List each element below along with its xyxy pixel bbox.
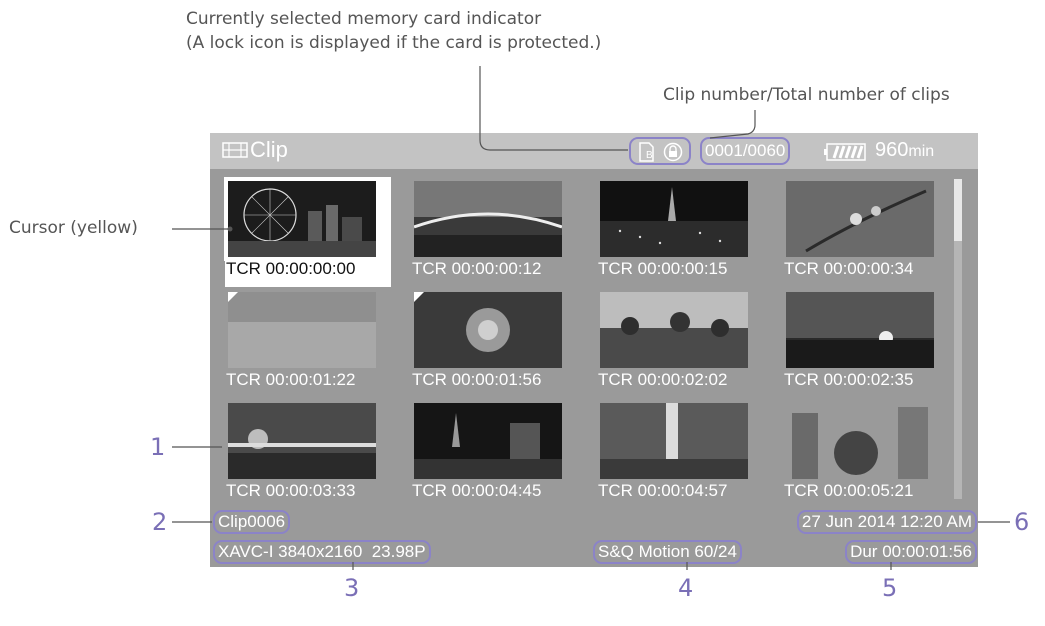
callout-leader-lines <box>172 66 1010 570</box>
media-indicator-leader <box>479 66 628 151</box>
cursor-leader-dot <box>227 226 233 232</box>
clip-number-leader <box>709 110 756 139</box>
